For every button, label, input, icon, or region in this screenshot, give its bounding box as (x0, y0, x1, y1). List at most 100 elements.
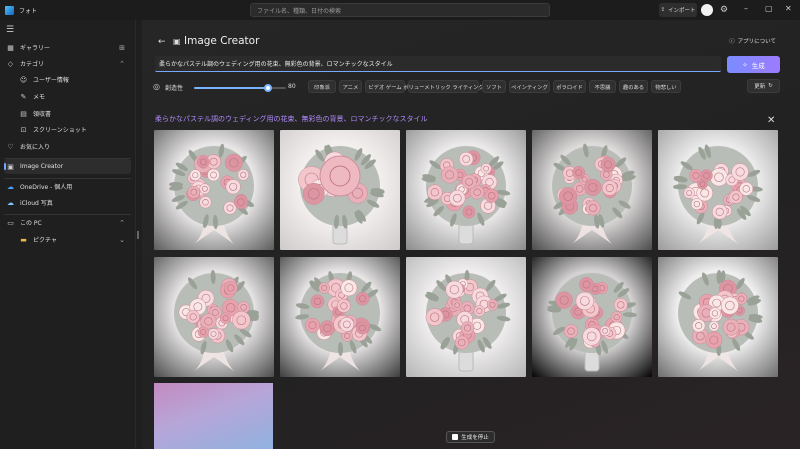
onedrive-cloud-icon: ☁ (7, 182, 14, 191)
sidebar-item-categories[interactable]: ◇ カテゴリ ⌃ (4, 56, 131, 71)
creativity-icon: ◎ (153, 82, 160, 91)
generated-image[interactable] (658, 130, 778, 250)
app-title: フォト (19, 7, 38, 15)
sidebar-item-memo[interactable]: ✎ メモ (4, 89, 131, 104)
sidebar-item-label: カテゴリ (20, 61, 45, 68)
style-chip-painting[interactable]: ペインティング (509, 80, 550, 93)
minimize-icon[interactable]: – (744, 4, 748, 13)
sidebar-item-screenshot[interactable]: ⊡ スクリーンショット (4, 122, 131, 137)
sidebar-item-this-pc[interactable]: ▭ この PC ⌃ (4, 215, 131, 230)
info-icon: ⓘ (729, 39, 735, 45)
generated-image[interactable] (280, 130, 400, 250)
style-chip-volumetric-lighting[interactable]: ボリューメトリック ライティング (403, 80, 484, 93)
generated-image[interactable] (406, 257, 526, 377)
style-chip-polaroid[interactable]: ポラロイド (553, 80, 586, 93)
sidebar-item-label: 領収書 (33, 111, 52, 118)
sidebar-item-label: お気に入り (20, 144, 51, 151)
refresh-label: 更新 (754, 84, 766, 90)
sidebar-item-icloud[interactable]: ☁ iCloud 写真 (4, 195, 131, 210)
stop-generation-label: 生成を停止 (461, 435, 489, 441)
sidebar-item-gallery[interactable]: ▦ ギャラリー ⊞ (4, 40, 131, 55)
avatar[interactable] (701, 4, 713, 16)
style-chip-anime[interactable]: アニメ (339, 80, 362, 93)
import-label: インポート (668, 8, 696, 14)
sidebar-item-receipt[interactable]: ▤ 領収書 (4, 106, 131, 121)
heart-icon: ♡ (7, 142, 14, 151)
search-input[interactable]: ファイル名、種類、日付の検索 (250, 3, 550, 17)
about-app-link[interactable]: ⓘ アプリについて (729, 37, 776, 45)
generating-placeholder-image (154, 383, 273, 449)
sidebar-item-label: メモ (33, 94, 46, 101)
sidebar-item-user-info[interactable]: ☺ ユーザー情報 (4, 72, 131, 87)
person-icon: ☺ (19, 75, 28, 84)
style-chip-impressionism[interactable]: 印象派 (308, 80, 336, 93)
hamburger-menu-icon[interactable]: ☰ (6, 25, 14, 35)
prompt-text: 柔らかなパステル調のウェディング用の花束、無彩色の背景、ロマンチックなスタイル (159, 61, 393, 68)
main-content: ← ▣ Image Creator ⓘ アプリについて 柔らかなパステル調のウェ… (142, 20, 800, 449)
sidebar-item-pictures[interactable]: ▬ ピクチャ ⌄ (4, 232, 131, 247)
results-title: 柔らかなパステル調のウェディング用の花束、無彩色の背景、ロマンチックなスタイル (155, 115, 428, 123)
maximize-icon[interactable]: ▢ (765, 4, 773, 13)
prompt-input[interactable]: 柔らかなパステル調のウェディング用の花束、無彩色の背景、ロマンチックなスタイル (155, 56, 721, 72)
computer-icon: ▭ (7, 218, 14, 227)
icloud-icon: ☁ (7, 198, 14, 207)
creativity-slider-fill (194, 87, 268, 89)
chevron-down-icon[interactable]: ⌄ (119, 236, 125, 244)
screenshot-icon: ⊡ (20, 125, 27, 134)
creativity-slider-thumb[interactable] (263, 84, 272, 92)
generate-button[interactable]: ✧ 生成 (727, 56, 780, 73)
photos-app-icon (5, 5, 14, 15)
back-arrow-icon[interactable]: ← (158, 37, 166, 47)
sidebar-item-label: ユーザー情報 (33, 77, 69, 84)
image-creator-icon: ▣ (7, 162, 14, 171)
refresh-button[interactable]: 更新 ↻ (747, 79, 780, 93)
pen-icon: ✎ (20, 92, 27, 101)
generated-image[interactable] (532, 130, 652, 250)
pane-resize-grip[interactable] (137, 231, 139, 239)
title-bar: フォト ファイル名、種類、日付の検索 ⇪ インポート ⚙ – ▢ ✕ (0, 0, 800, 20)
style-chip-mysterious[interactable]: 不思議 (589, 80, 616, 93)
gallery-icon: ▦ (7, 43, 14, 52)
add-folder-icon[interactable]: ⊞ (119, 44, 125, 52)
receipt-icon: ▤ (20, 109, 27, 118)
generate-label: 生成 (751, 61, 765, 70)
sparkle-icon: ✧ (742, 60, 748, 69)
settings-gear-icon[interactable]: ⚙ (720, 5, 728, 15)
sidebar-item-image-creator[interactable]: ▣ Image Creator (4, 159, 131, 174)
import-button[interactable]: ⇪ インポート (659, 3, 697, 17)
generated-image[interactable] (406, 130, 526, 250)
import-icon: ⇪ (660, 7, 666, 13)
generated-image[interactable] (154, 257, 274, 377)
sidebar-item-label: スクリーンショット (33, 127, 87, 134)
close-window-icon[interactable]: ✕ (785, 4, 792, 13)
sidebar-item-favorites[interactable]: ♡ お気に入り (4, 139, 131, 154)
creativity-value: 80 (288, 83, 296, 90)
folder-icon: ▬ (20, 235, 27, 244)
stop-generation-button[interactable]: 生成を停止 (446, 431, 495, 443)
stop-icon (452, 434, 459, 440)
tag-icon: ◇ (7, 59, 14, 68)
style-chip-quaint[interactable]: 趣のある (619, 80, 648, 93)
image-creator-icon: ▣ (173, 37, 181, 46)
creativity-label: 創造性 (165, 85, 184, 92)
page-title: Image Creator (184, 35, 260, 47)
refresh-icon: ↻ (768, 83, 773, 89)
search-placeholder: ファイル名、種類、日付の検索 (257, 7, 342, 15)
chevron-up-icon[interactable]: ⌃ (119, 60, 125, 68)
generated-image[interactable] (280, 257, 400, 377)
style-chip-melancholy[interactable]: 物悲しい (651, 80, 681, 93)
generated-image[interactable] (532, 257, 652, 377)
sidebar-item-label: iCloud 写真 (20, 200, 53, 207)
about-label: アプリについて (737, 39, 776, 45)
style-chip-video-game[interactable]: ビデオ ゲーム (365, 80, 405, 93)
sidebar-item-label: この PC (20, 220, 42, 227)
chevron-up-icon[interactable]: ⌃ (119, 219, 125, 227)
sidebar-item-onedrive[interactable]: ☁ OneDrive - 個人用 (4, 179, 131, 194)
sidebar-item-label: Image Creator (20, 163, 64, 170)
style-chip-soft[interactable]: ソフト (482, 80, 506, 93)
generated-image[interactable] (154, 130, 274, 250)
sidebar: ☰ ▦ ギャラリー ⊞ ◇ カテゴリ ⌃ ☺ ユーザー情報 ✎ メモ ▤ 領収書… (0, 20, 135, 449)
sidebar-item-label: OneDrive - 個人用 (20, 184, 73, 191)
close-results-icon[interactable]: ✕ (767, 115, 775, 126)
generated-image[interactable] (658, 257, 778, 377)
